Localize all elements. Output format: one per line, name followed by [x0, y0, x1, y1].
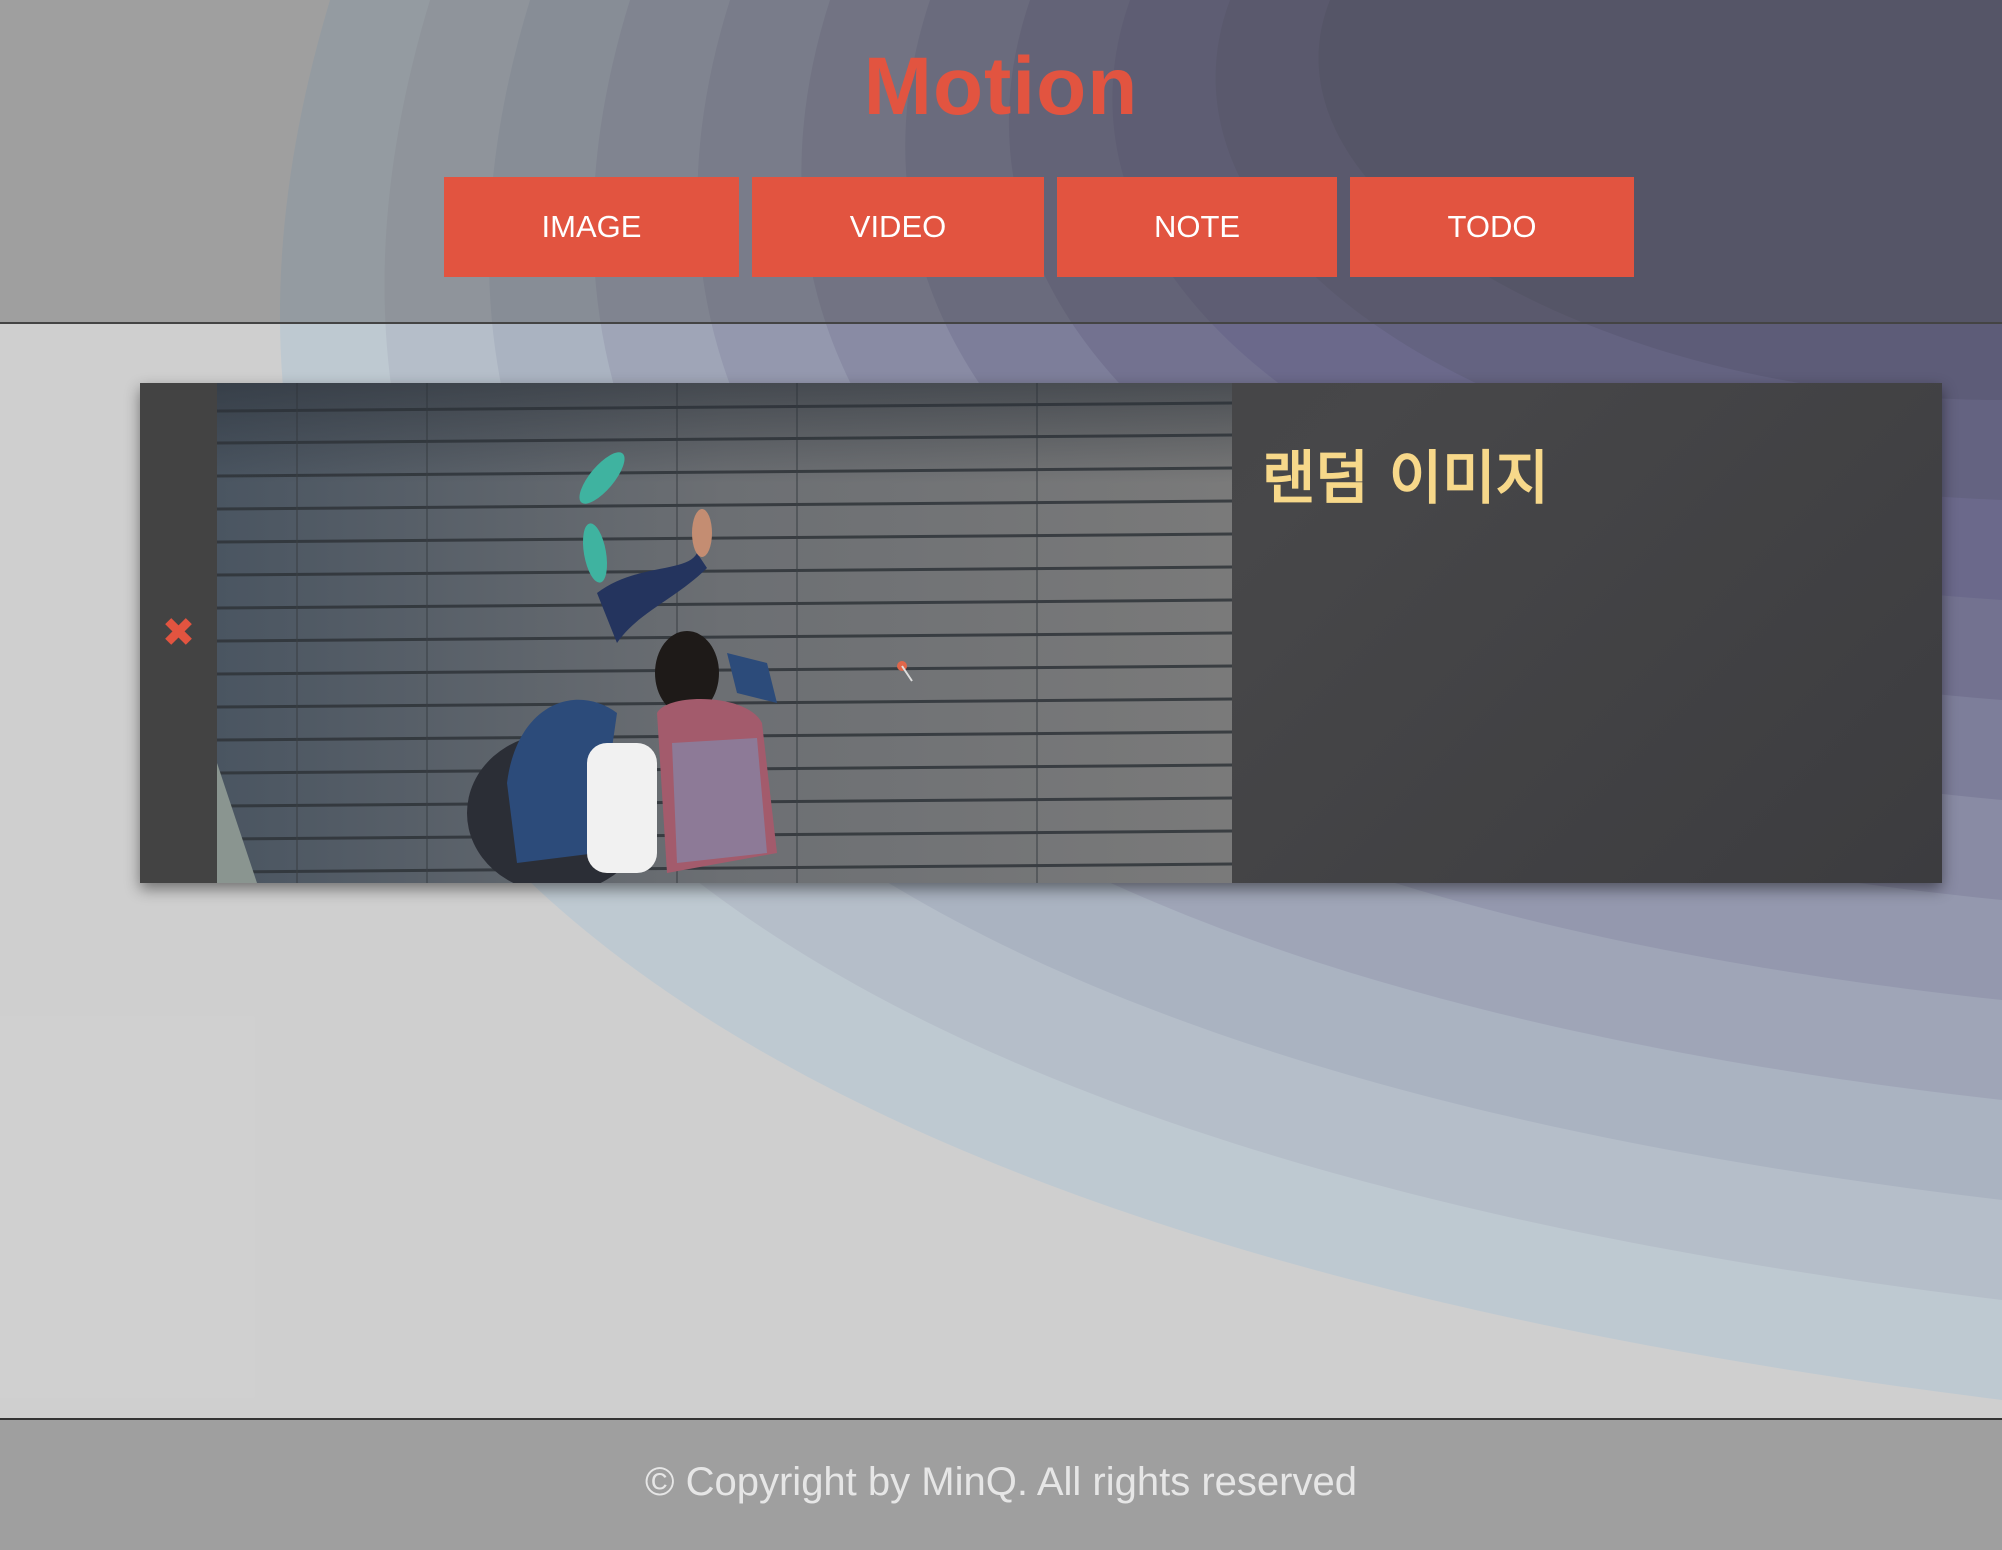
- card-close-column: ✖: [140, 383, 217, 883]
- nav-buttons: IMAGE VIDEO NOTE TODO: [444, 177, 1634, 277]
- photo-wooden-deck: [217, 383, 1232, 883]
- card-title: 랜덤 이미지: [1262, 444, 1549, 512]
- close-icon[interactable]: ✖: [162, 613, 196, 653]
- page-title: Motion: [863, 41, 1139, 132]
- copyright-text: © Copyright by MinQ. All rights reserved: [645, 1460, 1357, 1504]
- card-image: [217, 383, 1232, 883]
- video-button[interactable]: VIDEO: [752, 177, 1044, 277]
- card-body: 랜덤 이미지: [1232, 383, 1942, 883]
- image-button[interactable]: IMAGE: [444, 177, 739, 277]
- todo-button[interactable]: TODO: [1350, 177, 1634, 277]
- image-card: ✖ 랜덤 이미지: [140, 383, 1942, 883]
- note-button[interactable]: NOTE: [1057, 177, 1337, 277]
